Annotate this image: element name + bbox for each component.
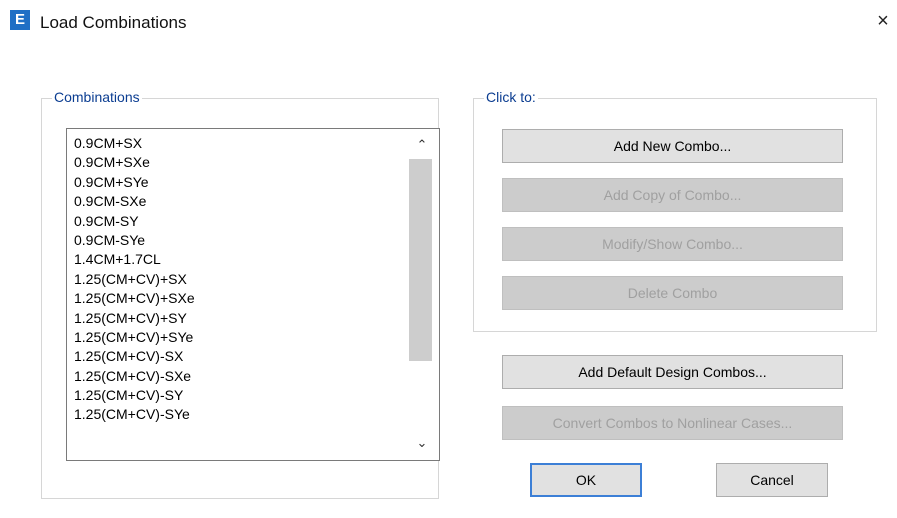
cancel-button[interactable]: Cancel bbox=[716, 463, 828, 497]
modify-show-combo-button[interactable]: Modify/Show Combo... bbox=[502, 227, 843, 261]
list-item[interactable]: 0.9CM+SXe bbox=[74, 153, 195, 172]
list-item[interactable]: 1.25(CM+CV)+SYe bbox=[74, 328, 195, 347]
add-default-design-combos-button[interactable]: Add Default Design Combos... bbox=[502, 355, 843, 389]
add-new-combo-button[interactable]: Add New Combo... bbox=[502, 129, 843, 163]
window-title: Load Combinations bbox=[40, 13, 187, 32]
list-item[interactable]: 1.4CM+1.7CL bbox=[74, 250, 195, 269]
convert-combos-button[interactable]: Convert Combos to Nonlinear Cases... bbox=[502, 406, 843, 440]
scrollbar-thumb[interactable] bbox=[409, 159, 432, 361]
list-item[interactable]: 0.9CM+SYe bbox=[74, 173, 195, 192]
combinations-group-label: Combinations bbox=[52, 89, 142, 105]
close-icon[interactable]: × bbox=[872, 10, 894, 32]
list-item[interactable]: 0.9CM-SXe bbox=[74, 192, 195, 211]
list-item[interactable]: 1.25(CM+CV)+SX bbox=[74, 270, 195, 289]
combinations-list: 0.9CM+SX 0.9CM+SXe 0.9CM+SYe 0.9CM-SXe 0.9CM… bbox=[74, 134, 195, 425]
add-copy-of-combo-button[interactable]: Add Copy of Combo... bbox=[502, 178, 843, 212]
list-item[interactable]: 0.9CM-SY bbox=[74, 212, 195, 231]
list-item[interactable]: 1.25(CM+CV)-SYe bbox=[74, 405, 195, 424]
list-item[interactable]: 1.25(CM+CV)-SXe bbox=[74, 367, 195, 386]
scroll-up-icon[interactable]: ⌃ bbox=[413, 137, 431, 153]
app-icon: E bbox=[10, 10, 30, 30]
list-item[interactable]: 0.9CM-SYe bbox=[74, 231, 195, 250]
delete-combo-button[interactable]: Delete Combo bbox=[502, 276, 843, 310]
list-item[interactable]: 1.25(CM+CV)-SX bbox=[74, 347, 195, 366]
list-item[interactable]: 1.25(CM+CV)+SY bbox=[74, 309, 195, 328]
list-item[interactable]: 1.25(CM+CV)+SXe bbox=[74, 289, 195, 308]
combinations-listbox[interactable]: 0.9CM+SX 0.9CM+SXe 0.9CM+SYe 0.9CM-SXe 0.9CM… bbox=[66, 128, 440, 461]
list-item[interactable]: 1.25(CM+CV)-SY bbox=[74, 386, 195, 405]
ok-button[interactable]: OK bbox=[530, 463, 642, 497]
scroll-down-icon[interactable]: ⌄ bbox=[413, 435, 431, 451]
click-to-group-label: Click to: bbox=[484, 89, 538, 105]
list-item[interactable]: 0.9CM+SX bbox=[74, 134, 195, 153]
